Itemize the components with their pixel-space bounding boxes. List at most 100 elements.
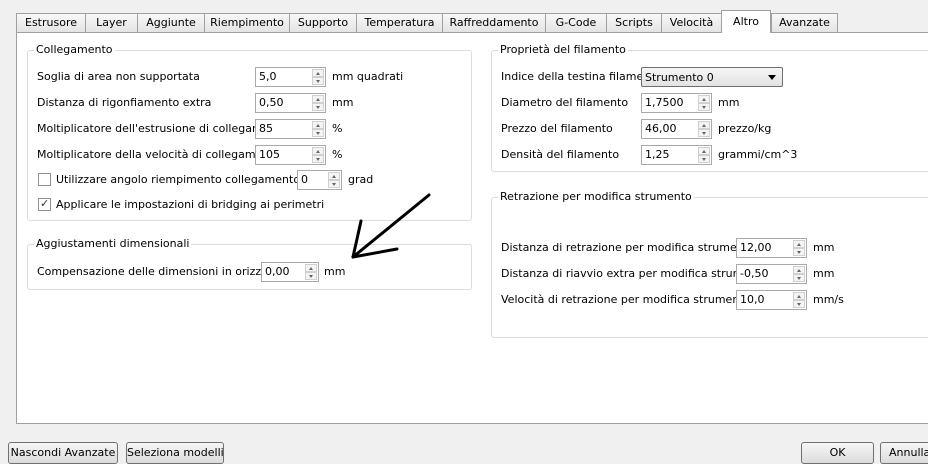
check-icon: ✓ xyxy=(40,197,50,210)
tab-avanzate[interactable]: Avanzate xyxy=(771,13,838,32)
cancel-button[interactable]: Annulla xyxy=(880,442,928,464)
filament-density-spinbox[interactable]: 1,25 xyxy=(641,145,712,165)
area-threshold-spinbox[interactable]: 5,0 xyxy=(255,67,326,87)
tab-gcode[interactable]: G-Code xyxy=(545,13,607,32)
ok-button[interactable]: OK xyxy=(801,442,874,464)
spinbox-value[interactable]: 0,00 xyxy=(265,265,290,279)
tab-altro[interactable]: Altro xyxy=(721,10,771,33)
spin-down-icon[interactable] xyxy=(312,77,324,85)
tab-estrusore[interactable]: Estrusore xyxy=(16,13,86,32)
group-title-retrazione: Retrazione per modifica strumento xyxy=(498,190,694,204)
spin-up-icon[interactable] xyxy=(312,121,324,129)
spinbox-value[interactable]: 10,0 xyxy=(740,293,765,307)
checkbox-label[interactable]: Applicare le impostazioni di bridging ai… xyxy=(56,198,324,212)
tab-riempimento[interactable]: Riempimento xyxy=(204,13,290,32)
toolchange-extra-restart-spinbox[interactable]: -0,50 xyxy=(736,264,807,284)
spin-down-icon[interactable] xyxy=(312,103,324,111)
spin-down-icon[interactable] xyxy=(698,155,710,163)
select-value[interactable]: Strumento 0 xyxy=(645,71,714,85)
spin-up-icon[interactable] xyxy=(793,266,805,274)
field-label: Diametro del filamento xyxy=(501,96,629,109)
tab-aggiunte[interactable]: Aggiunte xyxy=(137,13,205,32)
spin-up-icon[interactable] xyxy=(305,264,317,272)
spin-down-icon[interactable] xyxy=(305,272,317,280)
tab-scripts[interactable]: Scripts xyxy=(606,13,662,32)
group-title-collegamento: Collegamento xyxy=(34,43,115,57)
field-label: Prezzo del filamento xyxy=(501,122,613,135)
unit-label: mm quadrati xyxy=(332,70,404,83)
spin-up-icon[interactable] xyxy=(698,95,710,103)
toolchange-retraction-distance-spinbox[interactable]: 12,00 xyxy=(736,238,807,258)
spinbox-value[interactable]: 105 xyxy=(259,148,280,162)
unit-label: mm xyxy=(813,267,835,280)
fixed-angle-checkbox[interactable] xyxy=(38,173,51,186)
spin-down-icon[interactable] xyxy=(793,274,805,282)
extra-swell-spinbox[interactable]: 0,50 xyxy=(255,93,326,113)
tab-panel-altro: Collegamento Soglia di area non supporta… xyxy=(16,32,928,424)
chevron-down-icon[interactable] xyxy=(768,75,776,80)
spinbox-value[interactable]: -0,50 xyxy=(740,267,768,281)
spin-down-icon[interactable] xyxy=(698,129,710,137)
spinbox-value[interactable]: 1,25 xyxy=(645,148,670,162)
bridge-speed-spinbox[interactable]: 105 xyxy=(255,145,326,165)
spinbox-value[interactable]: 46,00 xyxy=(645,122,677,136)
field-label: Indice della testina filamenti xyxy=(501,70,658,83)
filament-diameter-spinbox[interactable]: 1,7500 xyxy=(641,93,712,113)
spinbox-value[interactable]: 12,00 xyxy=(740,241,772,255)
field-label: Moltiplicatore della velocità di collega… xyxy=(37,148,281,161)
unit-label: mm xyxy=(718,96,740,109)
unit-label: mm xyxy=(813,241,835,254)
unit-label: grammi/cm^3 xyxy=(718,148,798,161)
spinbox-value[interactable]: 0 xyxy=(301,173,308,187)
spin-up-icon[interactable] xyxy=(698,147,710,155)
unit-label: % xyxy=(332,148,343,161)
unit-label: % xyxy=(332,122,343,135)
group-title-aggiustamenti: Aggiustamenti dimensionali xyxy=(34,237,192,251)
apply-perimeters-checkbox[interactable]: ✓ xyxy=(38,197,51,211)
spin-down-icon[interactable] xyxy=(698,103,710,111)
annotation-arrow-icon xyxy=(351,193,431,259)
field-label: Distanza di retrazione per modifica stru… xyxy=(501,241,755,254)
tab-raffreddamento[interactable]: Raffreddamento xyxy=(442,13,546,32)
select-models-button[interactable]: Seleziona modelli xyxy=(126,442,224,464)
unit-label: grad xyxy=(348,173,374,186)
unit-label: prezzo/kg xyxy=(718,122,772,135)
spin-up-icon[interactable] xyxy=(698,121,710,129)
spin-up-icon[interactable] xyxy=(312,147,324,155)
unit-label: mm xyxy=(324,265,346,278)
spinbox-value[interactable]: 0,50 xyxy=(259,96,284,110)
spin-down-icon[interactable] xyxy=(312,129,324,137)
tab-layer[interactable]: Layer xyxy=(85,13,138,32)
spinbox-value[interactable]: 85 xyxy=(259,122,273,136)
fixed-angle-spinbox[interactable]: 0 xyxy=(297,170,342,190)
spin-up-icon[interactable] xyxy=(312,95,324,103)
group-filamento: Proprietà del filamento Indice della tes… xyxy=(491,43,928,172)
tab-supporto[interactable]: Supporto xyxy=(289,13,357,32)
toolchange-retraction-speed-spinbox[interactable]: 10,0 xyxy=(736,290,807,310)
bridge-flow-spinbox[interactable]: 85 xyxy=(255,119,326,139)
hide-advanced-button[interactable]: Nascondi Avanzate xyxy=(8,442,118,464)
spin-up-icon[interactable] xyxy=(793,240,805,248)
spin-up-icon[interactable] xyxy=(312,69,324,77)
unit-label: mm xyxy=(332,96,354,109)
spin-down-icon[interactable] xyxy=(793,300,805,308)
tab-temperatura[interactable]: Temperatura xyxy=(356,13,443,32)
xy-size-compensation-spinbox[interactable]: 0,00 xyxy=(261,262,319,282)
group-title-filamento: Proprietà del filamento xyxy=(498,43,628,57)
spin-down-icon[interactable] xyxy=(793,248,805,256)
unit-label: mm/s xyxy=(813,293,844,306)
tab-velocita[interactable]: Velocità xyxy=(661,13,722,32)
field-label: Distanza di rigonfiamento extra xyxy=(37,96,212,109)
extruder-index-select[interactable]: Strumento 0 xyxy=(641,67,783,87)
spin-up-icon[interactable] xyxy=(328,172,340,180)
spinbox-value[interactable]: 5,0 xyxy=(259,70,277,84)
spin-down-icon[interactable] xyxy=(312,155,324,163)
field-label: Velocità di retrazione per modifica stru… xyxy=(501,293,751,306)
checkbox-label[interactable]: Utilizzare angolo riempimento collegamen… xyxy=(56,173,329,187)
spin-down-icon[interactable] xyxy=(328,180,340,188)
spin-up-icon[interactable] xyxy=(793,292,805,300)
field-label: Densità del filamento xyxy=(501,148,620,161)
field-label: Soglia di area non supportata xyxy=(37,70,200,83)
filament-price-spinbox[interactable]: 46,00 xyxy=(641,119,712,139)
spinbox-value[interactable]: 1,7500 xyxy=(645,96,684,110)
